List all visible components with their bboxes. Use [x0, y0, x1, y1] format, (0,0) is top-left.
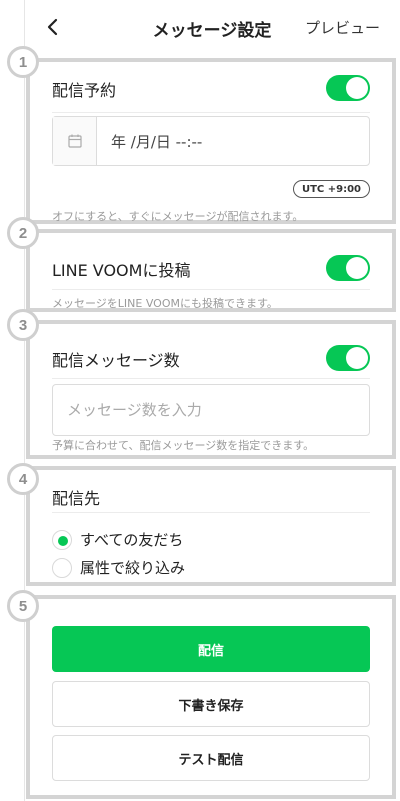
radio-unselected	[52, 557, 72, 578]
recipient-option-all[interactable]: すべての友だち	[52, 529, 183, 550]
recipients-section: 配信先 すべての友だち 属性で絞り込み	[26, 466, 396, 586]
toggle-knob	[346, 257, 368, 279]
radio-label: すべての友だち	[80, 531, 184, 549]
message-count-section: 配信メッセージ数 予算に合わせて、配信メッセージ数を指定できます。	[26, 320, 396, 459]
divider	[52, 289, 370, 290]
step-badge-4: 4	[7, 463, 39, 495]
step-badge-5: 5	[7, 590, 39, 622]
recipients-label: 配信先	[52, 489, 101, 508]
voom-section: LINE VOOMに投稿 メッセージをLINE VOOMにも投稿できます。	[26, 229, 396, 312]
message-count-toggle[interactable]	[326, 345, 370, 371]
voom-toggle[interactable]	[326, 255, 370, 281]
message-count-input[interactable]	[52, 384, 370, 436]
radio-selected	[52, 529, 72, 550]
divider	[52, 512, 370, 513]
send-button[interactable]: 配信	[52, 626, 370, 672]
test-send-button[interactable]: テスト配信	[52, 735, 370, 781]
step-badge-2: 2	[7, 217, 39, 249]
schedule-hint: オフにすると、すぐにメッセージが配信されます。	[52, 210, 304, 223]
radio-label: 属性で絞り込み	[80, 559, 186, 577]
timezone-badge: UTC +9:00	[292, 180, 370, 198]
header-bar: メッセージ設定 プレビュー	[24, 0, 400, 56]
recipient-option-filter[interactable]: 属性で絞り込み	[52, 557, 185, 578]
calendar-icon	[67, 134, 82, 148]
datetime-value: 年 /月/日 --:--	[111, 132, 203, 151]
calendar-icon-box	[53, 117, 97, 165]
preview-link[interactable]: プレビュー	[305, 17, 380, 38]
divider	[52, 112, 370, 113]
message-count-label: 配信メッセージ数	[52, 351, 180, 370]
voom-hint: メッセージをLINE VOOMにも投稿できます。	[52, 297, 278, 310]
step-badge-1: 1	[7, 46, 39, 78]
message-count-hint: 予算に合わせて、配信メッセージ数を指定できます。	[52, 439, 315, 452]
actions-section: 配信 下書き保存 テスト配信	[26, 595, 396, 799]
save-draft-button[interactable]: 下書き保存	[52, 681, 370, 727]
step-badge-3: 3	[7, 309, 39, 341]
schedule-toggle[interactable]	[326, 75, 370, 101]
toggle-knob	[346, 347, 368, 369]
voom-label: LINE VOOMに投稿	[52, 261, 191, 280]
schedule-label: 配信予約	[52, 81, 117, 100]
schedule-section: 配信予約 年 /月/日 --:-- UTC +9:00 オフにすると、すぐにメッ…	[26, 58, 396, 224]
toggle-knob	[346, 77, 368, 99]
schedule-datetime-input[interactable]: 年 /月/日 --:--	[52, 116, 370, 166]
divider	[52, 378, 370, 379]
